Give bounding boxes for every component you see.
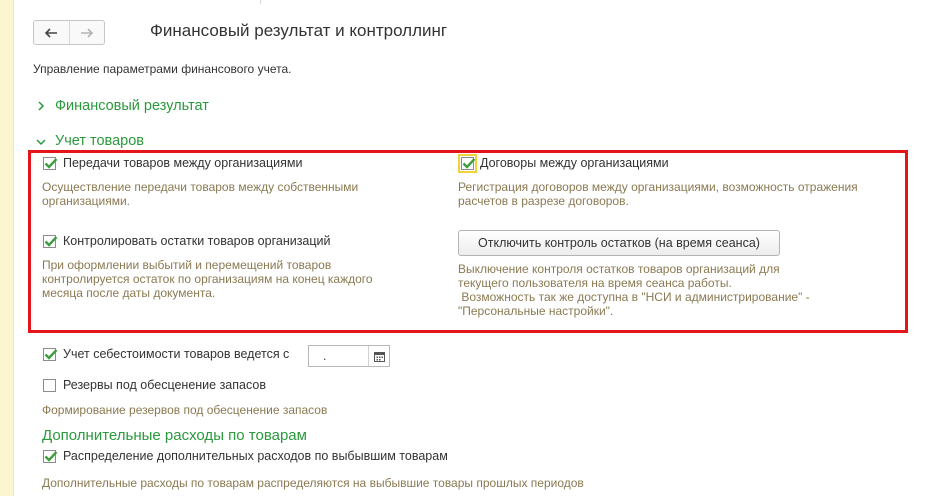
calendar-icon[interactable] [368,346,389,366]
reserves-checkbox[interactable] [43,379,56,392]
additional-costs-title: Дополнительные расходы по товарам [42,427,307,444]
forward-button[interactable] [68,21,105,44]
chevron-down-icon [35,136,49,148]
distribution-hint: Дополнительные расходы по товарам распре… [42,476,584,496]
reserves-label: Резервы под обесценение запасов [63,378,266,392]
cost-accounting-date-input[interactable]: . [308,345,390,367]
section-goods-accounting[interactable]: Учет товаров [35,133,144,149]
back-button[interactable] [34,21,69,44]
reserves-hint: Формирование резервов под обесценение за… [42,403,328,417]
section-financial-result[interactable]: Финансовый результат [35,98,209,114]
date-input-value: . [323,349,327,363]
section-goods-accounting-label: Учет товаров [55,133,144,149]
cost-accounting-label: Учет себестоимости товаров ведется с [63,347,290,361]
arrow-right-icon [80,27,94,38]
page-title: Финансовый результат и контроллинг [150,21,448,40]
top-divider [260,0,261,4]
highlight-frame [28,150,908,333]
chevron-right-icon [35,100,49,112]
distribution-hint-text: Дополнительные расходы по товарам распре… [42,476,584,490]
distribution-checkbox[interactable] [43,450,58,463]
arrow-left-icon [44,27,58,38]
navigation-buttons [33,20,105,45]
left-panel-stripe [0,0,14,496]
distribution-label: Распределение дополнительных расходов по… [63,449,448,463]
page-subtitle: Управление параметрами финансового учета… [33,62,292,76]
section-financial-result-label: Финансовый результат [55,98,209,114]
cost-accounting-checkbox[interactable] [43,348,58,361]
